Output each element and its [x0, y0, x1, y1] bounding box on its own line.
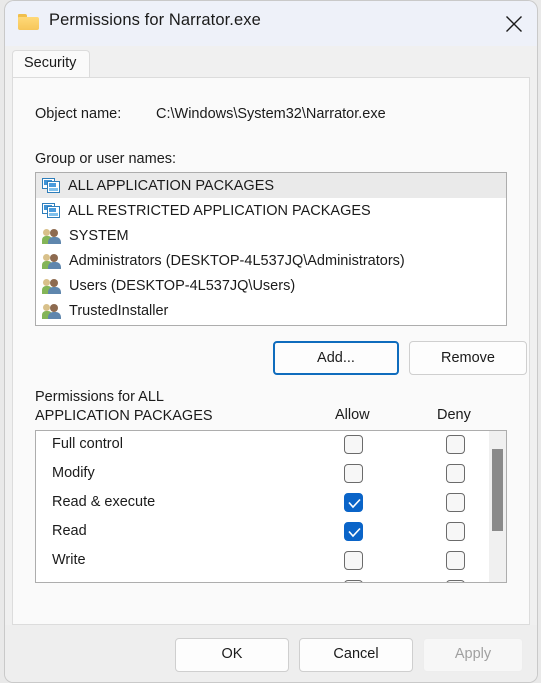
object-name-value: C:\Windows\System32\Narrator.exe [156, 106, 386, 122]
security-tab-panel: Object name: C:\Windows\System32\Narrato… [12, 77, 530, 625]
application-package-icon [42, 203, 60, 218]
close-icon [506, 16, 522, 32]
list-item[interactable]: TrustedInstaller [36, 298, 506, 323]
object-name-label: Object name: [35, 106, 122, 122]
checkmark-icon [348, 527, 361, 538]
deny-checkbox[interactable] [446, 522, 465, 541]
allow-checkbox[interactable] [344, 580, 363, 582]
window-title: Permissions for Narrator.exe [49, 11, 261, 29]
permissions-title: Permissions for ALL APPLICATION PACKAGES [35, 388, 285, 426]
list-item-label: SYSTEM [69, 227, 129, 244]
folder-icon [18, 14, 39, 30]
list-item[interactable]: Administrators (DESKTOP-4L537JQ\Administ… [36, 248, 506, 273]
list-item[interactable]: Users (DESKTOP-4L537JQ\Users) [36, 273, 506, 298]
list-item[interactable]: ALL RESTRICTED APPLICATION PACKAGES [36, 198, 506, 223]
table-row: Full control [36, 431, 506, 460]
permissions-title-line2: APPLICATION PACKAGES [35, 408, 213, 424]
deny-checkbox[interactable] [446, 435, 465, 454]
users-group-icon [42, 278, 61, 294]
deny-checkbox[interactable] [446, 493, 465, 512]
allow-checkbox[interactable] [344, 493, 363, 512]
remove-button[interactable]: Remove [409, 341, 527, 375]
list-item-label: Administrators (DESKTOP-4L537JQ\Administ… [69, 252, 405, 269]
tab-strip: Security [5, 46, 537, 78]
permission-label: Write [52, 552, 86, 568]
close-button[interactable] [491, 1, 537, 46]
tab-security-label: Security [24, 55, 77, 71]
group-or-user-names-list[interactable]: ALL APPLICATION PACKAGES ALL RESTRICTED … [35, 172, 507, 326]
scrollbar-thumb[interactable] [492, 449, 503, 531]
column-header-deny: Deny [437, 407, 471, 423]
users-group-icon [42, 253, 61, 269]
list-item-label: ALL RESTRICTED APPLICATION PACKAGES [68, 202, 371, 219]
tab-security[interactable]: Security [12, 50, 90, 78]
users-group-icon [42, 303, 61, 319]
ok-button[interactable]: OK [175, 638, 289, 672]
table-row: Read [36, 518, 506, 547]
permissions-list[interactable]: Full control Modify Read & execute Read … [35, 430, 507, 583]
deny-checkbox[interactable] [446, 551, 465, 570]
list-item[interactable]: SYSTEM [36, 223, 506, 248]
permissions-scrollbar[interactable] [489, 431, 506, 582]
table-row: Read & execute [36, 489, 506, 518]
permission-label: Read & execute [52, 494, 156, 510]
add-button[interactable]: Add... [273, 341, 399, 375]
group-or-user-names-label: Group or user names: [35, 151, 177, 167]
list-item-label: Users (DESKTOP-4L537JQ\Users) [69, 277, 296, 294]
deny-checkbox[interactable] [446, 464, 465, 483]
dialog-footer: OK Cancel Apply [5, 625, 537, 682]
permission-label: Full control [52, 436, 123, 452]
apply-button: Apply [423, 638, 523, 672]
deny-checkbox[interactable] [446, 580, 465, 582]
application-package-icon [42, 178, 60, 193]
list-item-label: ALL APPLICATION PACKAGES [68, 177, 275, 194]
allow-checkbox[interactable] [344, 522, 363, 541]
table-row: Write [36, 547, 506, 576]
users-group-icon [42, 228, 61, 244]
permissions-dialog: Permissions for Narrator.exe Security Ob… [5, 1, 537, 682]
table-row [36, 576, 506, 582]
column-header-allow: Allow [335, 407, 370, 423]
allow-checkbox[interactable] [344, 435, 363, 454]
list-item[interactable]: ALL APPLICATION PACKAGES [36, 173, 506, 198]
checkmark-icon [348, 498, 361, 509]
list-item-label: TrustedInstaller [69, 302, 169, 319]
allow-checkbox[interactable] [344, 464, 363, 483]
table-row: Modify [36, 460, 506, 489]
permission-label: Modify [52, 465, 95, 481]
permission-label: Read [52, 523, 87, 539]
allow-checkbox[interactable] [344, 551, 363, 570]
permissions-title-line1: Permissions for ALL [35, 389, 164, 405]
cancel-button[interactable]: Cancel [299, 638, 413, 672]
title-bar: Permissions for Narrator.exe [5, 1, 537, 46]
